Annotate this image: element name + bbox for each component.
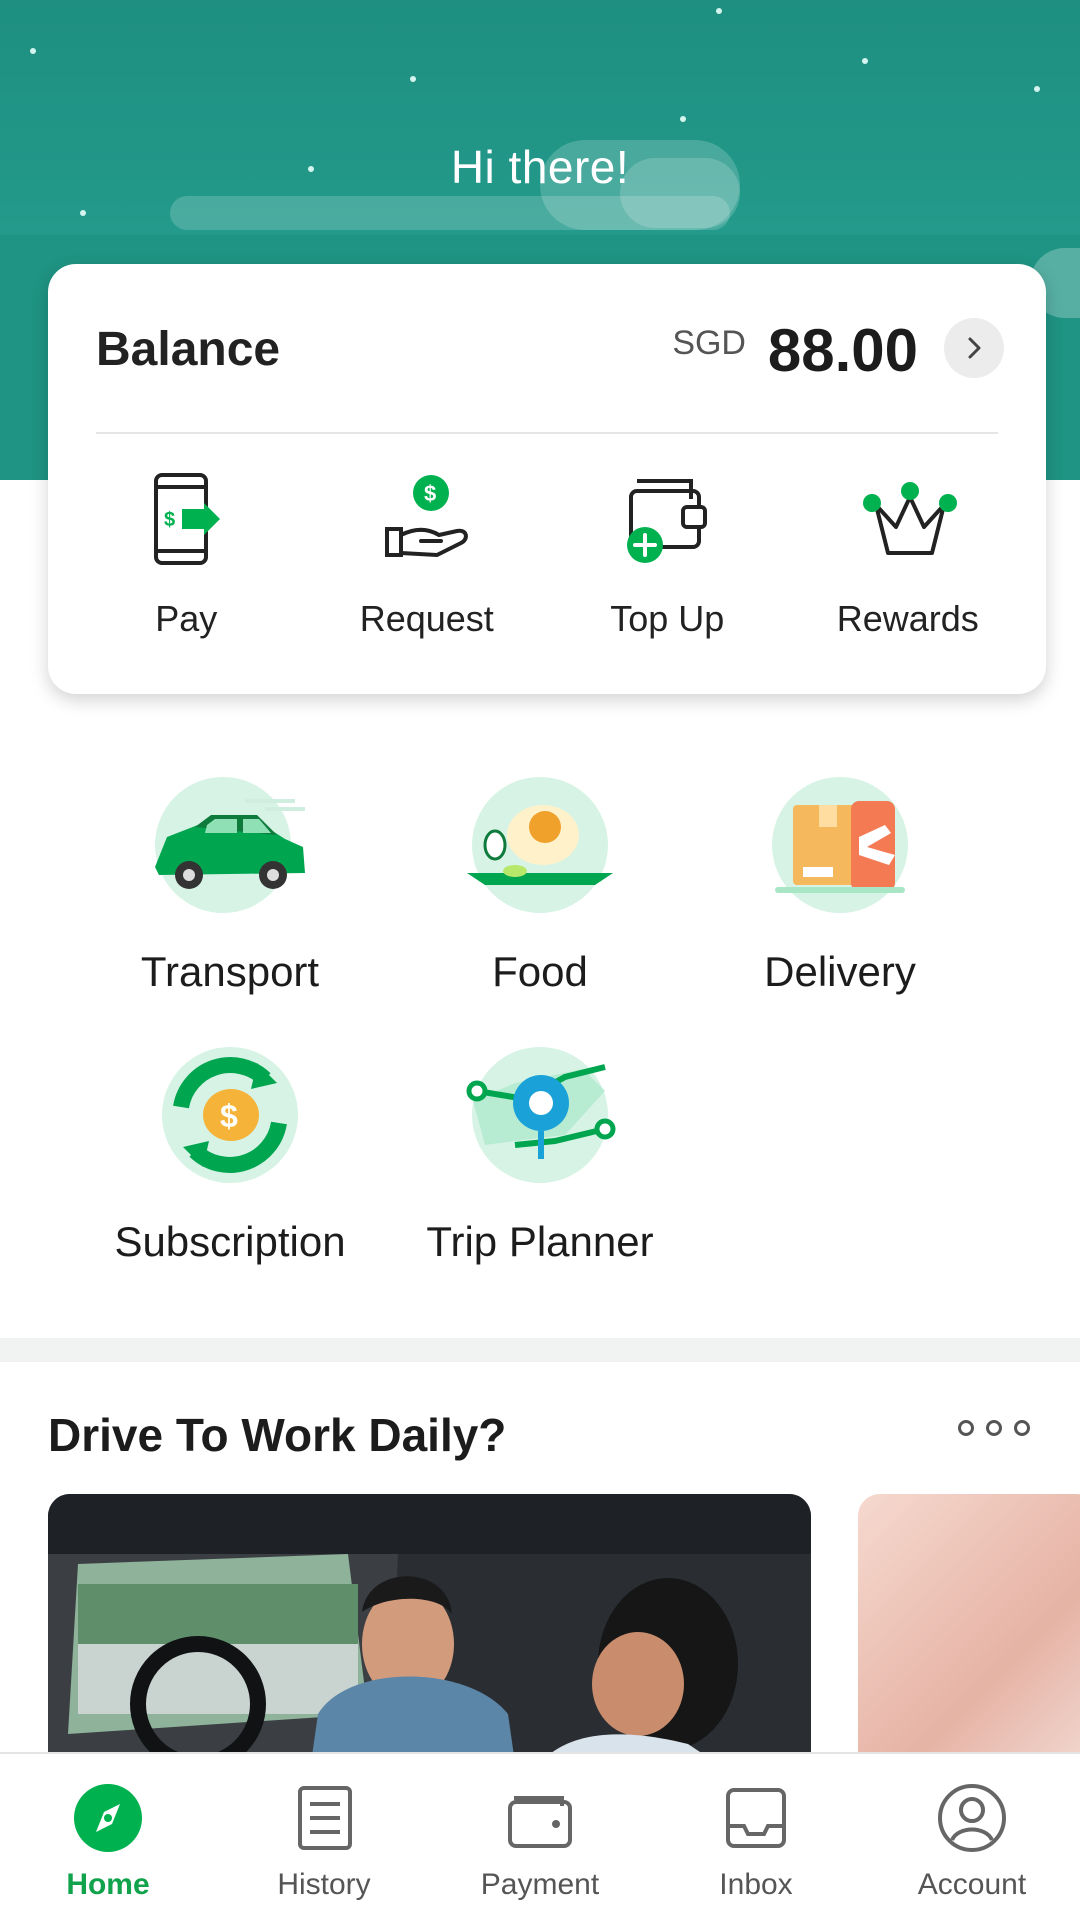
chevron-right-icon <box>968 337 981 359</box>
nav-payment[interactable]: Payment <box>432 1754 648 1920</box>
balance-divider <box>96 432 998 434</box>
service-subscription[interactable]: $ Subscription <box>80 1040 380 1266</box>
promo-photo <box>48 1494 811 1784</box>
request-button[interactable]: $ Request <box>312 464 542 640</box>
rewards-icon <box>853 464 963 574</box>
transport-icon <box>145 770 315 920</box>
pay-label: Pay <box>155 598 218 639</box>
nav-inbox-label: Inbox <box>719 1868 793 1901</box>
top-up-label: Top Up <box>610 598 725 639</box>
food-icon <box>455 770 625 920</box>
pay-button[interactable]: $ Pay <box>71 464 301 640</box>
nav-account-label: Account <box>917 1868 1027 1901</box>
service-delivery[interactable]: Delivery <box>690 770 990 996</box>
svg-text:$: $ <box>164 509 175 531</box>
home-compass-icon <box>72 1782 144 1854</box>
service-trip-planner[interactable]: Trip Planner <box>390 1040 690 1266</box>
nav-home[interactable]: Home <box>0 1754 216 1920</box>
rewards-label: Rewards <box>836 598 979 639</box>
top-up-button[interactable]: Top Up <box>552 464 782 640</box>
pay-icon: $ <box>131 464 241 574</box>
bottom-navigation: Home History Payment Inbox Account <box>0 1752 1080 1920</box>
account-icon <box>936 1782 1008 1854</box>
transport-label: Transport <box>140 948 320 995</box>
balance-amount: 88.00 <box>767 317 918 384</box>
nav-account[interactable]: Account <box>864 1754 1080 1920</box>
history-icon <box>288 1782 360 1854</box>
balance-card[interactable]: Balance SGD 88.00 $ Pay $ Request Top Up… <box>48 264 1046 694</box>
greeting-text: Hi there! <box>450 141 630 193</box>
subscription-icon: $ <box>145 1040 315 1190</box>
rewards-button[interactable]: Rewards <box>793 464 1023 640</box>
nav-home-label: Home <box>66 1868 150 1901</box>
balance-title: Balance <box>96 323 281 376</box>
svg-text:$: $ <box>220 1098 238 1134</box>
promo-card-drive-to-work[interactable] <box>48 1494 811 1784</box>
svg-text:$: $ <box>424 481 436 506</box>
request-icon: $ <box>372 464 482 574</box>
promo-title: Drive To Work Daily? <box>48 1409 507 1461</box>
trip-planner-label: Trip Planner <box>426 1218 654 1265</box>
nav-inbox[interactable]: Inbox <box>648 1754 864 1920</box>
nav-history[interactable]: History <box>216 1754 432 1920</box>
balance-currency: SGD <box>672 324 746 362</box>
wallet-icon <box>504 1782 576 1854</box>
request-label: Request <box>359 598 494 639</box>
service-transport[interactable]: Transport <box>80 770 380 996</box>
food-label: Food <box>492 948 588 995</box>
delivery-label: Delivery <box>764 948 916 995</box>
quick-actions: $ Pay $ Request Top Up Rewards <box>48 464 1046 640</box>
service-food[interactable]: Food <box>390 770 690 996</box>
section-divider <box>0 1338 1080 1362</box>
promo-card-secondary[interactable] <box>858 1494 1080 1784</box>
night-sky-illustration <box>0 0 1080 235</box>
subscription-label: Subscription <box>114 1218 346 1265</box>
delivery-icon <box>755 770 925 920</box>
nav-payment-label: Payment <box>480 1868 600 1901</box>
top-up-icon <box>612 464 722 574</box>
more-options-icon[interactable] <box>958 1420 1030 1436</box>
trip-planner-icon <box>455 1040 625 1190</box>
nav-history-label: History <box>277 1868 371 1901</box>
inbox-icon <box>720 1782 792 1854</box>
balance-details-button[interactable] <box>944 318 1004 378</box>
